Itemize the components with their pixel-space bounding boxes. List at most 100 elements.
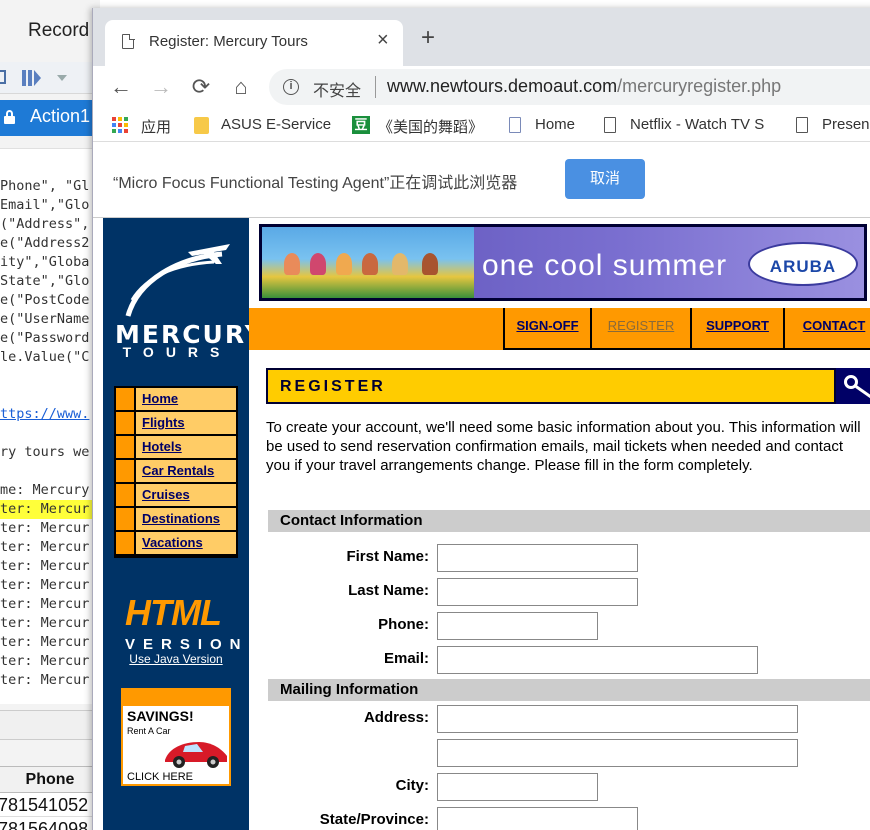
tab-title: Register: Mercury Tours xyxy=(149,33,308,50)
code-line-url[interactable]: ttps://www. xyxy=(0,405,100,424)
menu-bullet xyxy=(116,412,136,434)
toolbar-edge-icon[interactable] xyxy=(0,70,6,84)
dropdown-caret-icon[interactable] xyxy=(57,75,67,81)
table-cell[interactable]: 781564098 xyxy=(0,817,100,830)
code-line: Email","Glo xyxy=(0,197,90,213)
first-name-field[interactable] xyxy=(437,544,638,572)
left-menu-link[interactable]: Car Rentals xyxy=(142,463,214,478)
code-line: ter: Mercur xyxy=(0,539,90,555)
address-label: Address: xyxy=(363,709,429,726)
url-path: /mercuryregister.php xyxy=(617,76,782,96)
ide-tab-label: Action1 xyxy=(30,106,91,126)
left-menu-car-rentals[interactable]: Car Rentals xyxy=(116,460,236,482)
bookmark-apps[interactable]: 应用 xyxy=(141,116,171,137)
left-menu-link[interactable]: Flights xyxy=(142,415,185,430)
ide-code-editor[interactable]: Phone", "Gl Email","Glo ("Address", e("A… xyxy=(0,148,100,704)
ad-cta: CLICK HERE xyxy=(127,771,194,783)
page-title: REGISTER xyxy=(280,378,386,395)
left-menu-cruises[interactable]: Cruises xyxy=(116,484,236,506)
left-menu-link[interactable]: Destinations xyxy=(142,511,220,526)
table-cell[interactable]: 781541052 xyxy=(0,793,100,817)
forward-button[interactable]: → xyxy=(147,73,175,101)
code-line: ter: Mercur xyxy=(0,672,90,688)
code-line: e("PostCode xyxy=(0,292,90,308)
code-line: ter: Mercur xyxy=(0,577,90,593)
left-menu-flights[interactable]: Flights xyxy=(116,412,236,434)
address-line1-field[interactable] xyxy=(437,705,798,733)
browser-window: Register: Mercury Tours × + ← → ⟳ ⌂ i 不安… xyxy=(92,8,870,830)
menu-bullet xyxy=(116,436,136,458)
aruba-banner[interactable]: one cool summer ARUBA xyxy=(259,224,867,301)
web-page: MERCURY TOURS Home Flights Hotels Car Re… xyxy=(103,218,870,830)
last-name-field[interactable] xyxy=(437,578,638,606)
column-header-phone[interactable]: Phone xyxy=(0,767,100,793)
java-version-link[interactable]: Use Java Version xyxy=(103,652,249,666)
bookmark-asus-eservice[interactable]: ASUS E-Service xyxy=(221,116,331,133)
code-line: State","Glo xyxy=(0,273,90,289)
bookmark-dance[interactable]: 《美国的舞蹈》 xyxy=(378,116,483,137)
car-icon xyxy=(165,742,227,768)
tab-strip: Register: Mercury Tours × + xyxy=(93,8,870,66)
left-menu-hotels[interactable]: Hotels xyxy=(116,436,236,458)
state-field[interactable] xyxy=(437,807,638,830)
url-text[interactable]: www.newtours.demoaut.com/mercuryregister… xyxy=(387,76,781,97)
divider xyxy=(375,76,376,98)
state-label: State/Province: xyxy=(319,811,429,828)
apps-icon[interactable] xyxy=(112,117,128,133)
contact-section-header: Contact Information xyxy=(268,510,870,532)
left-menu-link[interactable]: Home xyxy=(142,391,178,406)
phone-field[interactable] xyxy=(437,612,598,640)
mailing-section-header: Mailing Information xyxy=(268,679,870,701)
bookmark-presentation[interactable]: Presen xyxy=(822,116,870,133)
menu-bullet xyxy=(116,532,136,554)
left-menu-link[interactable]: Vacations xyxy=(142,535,203,550)
person-figure xyxy=(336,253,352,275)
mercury-plane-logo-icon xyxy=(125,244,230,317)
url-host: www.newtours.demoaut.com xyxy=(387,76,618,96)
new-tab-button[interactable]: + xyxy=(421,26,435,50)
back-button[interactable]: ← xyxy=(107,73,135,101)
left-menu-vacations[interactable]: Vacations xyxy=(116,532,236,554)
left-menu-destinations[interactable]: Destinations xyxy=(116,508,236,530)
bookmark-home[interactable]: Home xyxy=(535,116,575,133)
email-field[interactable] xyxy=(437,646,758,674)
aruba-logo: ARUBA xyxy=(748,242,858,286)
left-column: MERCURY TOURS Home Flights Hotels Car Re… xyxy=(103,218,263,830)
ide-title: Record xyxy=(28,20,90,41)
browser-tab[interactable]: Register: Mercury Tours × xyxy=(105,20,403,66)
reload-button[interactable]: ⟳ xyxy=(187,73,215,101)
address-line2-field[interactable] xyxy=(437,739,798,767)
code-line: ter: Mercur xyxy=(0,653,90,669)
first-name-label: First Name: xyxy=(346,548,429,565)
nav-contact[interactable]: CONTACT xyxy=(783,308,870,350)
left-menu-link[interactable]: Hotels xyxy=(142,439,182,454)
security-label[interactable]: 不安全 xyxy=(313,77,361,101)
nav-sign-off[interactable]: SIGN-OFF xyxy=(503,308,590,350)
city-field[interactable] xyxy=(437,773,598,801)
menu-bullet xyxy=(116,508,136,530)
car-rental-ad[interactable]: SAVINGS! Rent A Car CLICK HERE xyxy=(121,688,231,786)
menu-bullet xyxy=(116,388,136,410)
address-bar[interactable]: i 不安全 www.newtours.demoaut.com/mercuryre… xyxy=(269,69,870,105)
bookmark-netflix[interactable]: Netflix - Watch TV S xyxy=(630,116,770,133)
ide-toolbar xyxy=(0,62,100,94)
tab-close-icon[interactable]: × xyxy=(377,29,389,52)
home-button[interactable]: ⌂ xyxy=(227,73,255,101)
left-menu-home[interactable]: Home xyxy=(116,388,236,410)
person-figure xyxy=(284,253,300,275)
page-icon xyxy=(796,117,808,133)
nav-register[interactable]: REGISTER xyxy=(590,308,690,350)
ide-tab-action1[interactable]: Action1 xyxy=(0,100,100,136)
left-menu-link[interactable]: Cruises xyxy=(142,487,190,502)
info-icon[interactable]: i xyxy=(283,79,299,95)
step-forward-icon[interactable] xyxy=(22,70,41,86)
email-label: Email: xyxy=(383,650,429,667)
cancel-button[interactable]: 取消 xyxy=(565,159,645,199)
infobar-message: “Micro Focus Functional Testing Agent”正在… xyxy=(113,175,518,192)
data-table[interactable]: Phone 781541052 781564098 xyxy=(0,766,100,830)
page-icon xyxy=(509,117,521,133)
nav-support[interactable]: SUPPORT xyxy=(690,308,783,350)
code-line: ter: Mercur xyxy=(0,596,90,612)
person-figure xyxy=(392,253,408,275)
phone-label: Phone: xyxy=(378,616,429,633)
